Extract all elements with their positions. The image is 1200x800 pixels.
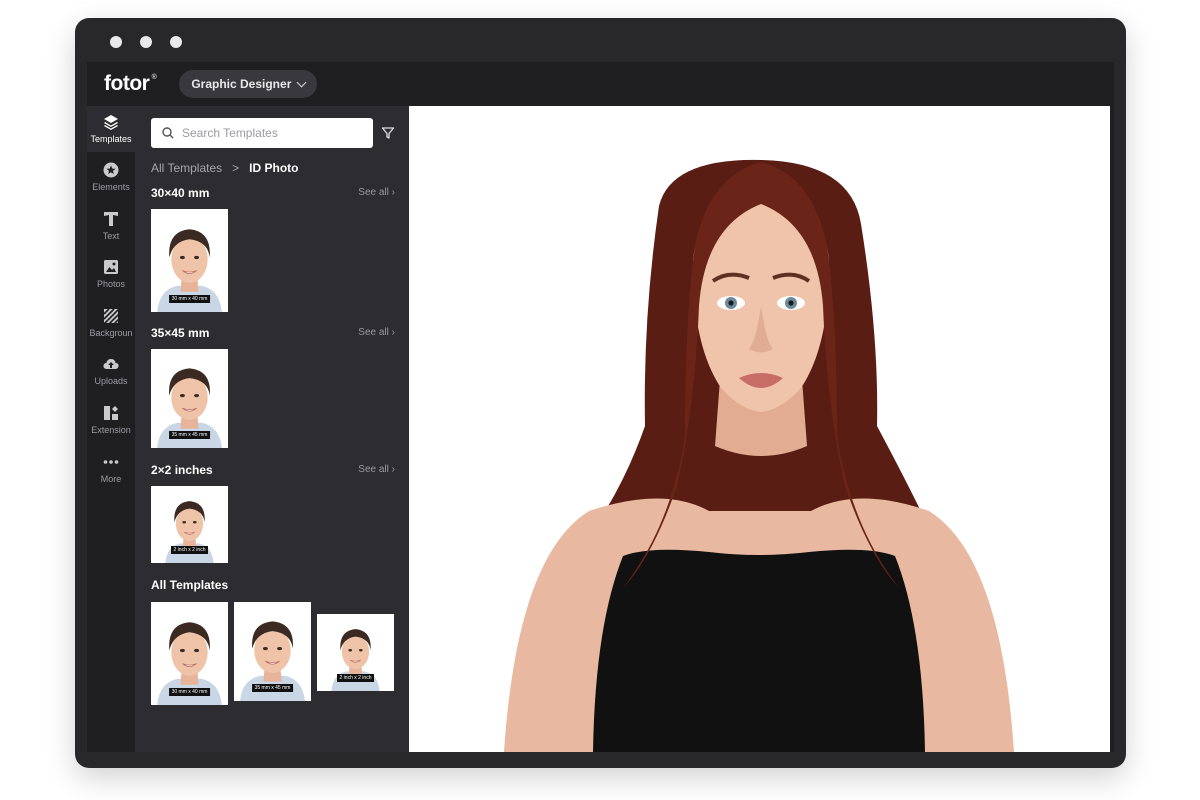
template-thumb-30x40[interactable]: 30 mm x 40 mm	[151, 209, 228, 312]
see-all-label: See all	[358, 187, 389, 198]
template-thumb-2x2[interactable]: 2 inch x 2 inch	[151, 486, 228, 563]
breadcrumb: All Templates > ID Photo	[151, 161, 299, 175]
search-box[interactable]	[151, 118, 373, 148]
rail-item-uploads[interactable]: Uploads	[87, 348, 135, 394]
window-dot-close[interactable]	[110, 36, 122, 48]
template-thumb-all-3[interactable]: 2 inch x 2 inch	[317, 614, 394, 691]
design-canvas[interactable]	[409, 106, 1110, 752]
template-thumb-all-1[interactable]: 30 mm x 40 mm	[151, 602, 228, 705]
see-all-35x45[interactable]: See all ›	[358, 327, 395, 338]
rail-item-more[interactable]: More	[87, 446, 135, 492]
thumb-caption: 2 inch x 2 inch	[336, 674, 375, 682]
filter-icon[interactable]	[381, 126, 395, 140]
window-dot-minimize[interactable]	[140, 36, 152, 48]
image-icon	[104, 260, 118, 274]
star-badge-icon	[103, 162, 119, 178]
logo-registered-mark: ®	[151, 74, 157, 81]
stripes-icon	[103, 308, 119, 324]
portrait-photo	[409, 106, 1110, 752]
rail-item-extension[interactable]: Extension	[87, 397, 135, 443]
chevron-right-icon: ›	[391, 187, 395, 198]
thumb-caption: 30 mm x 40 mm	[168, 688, 211, 696]
role-label: Graphic Designer	[191, 77, 292, 91]
template-thumb-all-2[interactable]: 35 mm x 45 mm	[234, 602, 311, 701]
rail-label-uploads: Uploads	[94, 376, 128, 386]
window-controls	[110, 36, 182, 48]
section-title-2x2: 2×2 inches	[151, 463, 213, 477]
section-title-35x45: 35×45 mm	[151, 326, 210, 340]
editor-app: fotor ® Graphic Designer Templates Elemen…	[87, 62, 1114, 752]
thumb-caption: 30 mm x 40 mm	[168, 295, 211, 303]
rail-label-photos: Photos	[96, 279, 126, 289]
fotor-logo[interactable]: fotor ®	[104, 72, 157, 96]
thumb-caption: 2 inch x 2 inch	[170, 546, 209, 554]
rail-item-photos[interactable]: Photos	[87, 251, 135, 297]
search-input[interactable]	[182, 126, 362, 140]
top-bar: fotor ® Graphic Designer	[87, 62, 1114, 106]
rail-label-more: More	[100, 474, 122, 484]
see-all-30x40[interactable]: See all ›	[358, 187, 395, 198]
logo-text: fotor	[104, 72, 150, 95]
see-all-label: See all	[358, 327, 389, 338]
thumb-caption: 35 mm x 45 mm	[168, 431, 211, 439]
template-thumb-35x45[interactable]: 35 mm x 45 mm	[151, 349, 228, 448]
rail-label-templates: Templates	[90, 134, 132, 144]
templates-panel: All Templates > ID Photo 30×40 mm See al…	[135, 106, 409, 752]
thumb-caption: 35 mm x 45 mm	[251, 684, 294, 692]
rail-label-extension: Extension	[91, 425, 131, 435]
rail-item-templates[interactable]: Templates	[87, 106, 135, 152]
tool-rail: Templates Elements Text Photos Backgroun…	[87, 106, 135, 752]
rail-label-elements: Elements	[92, 182, 130, 192]
chevron-down-icon	[296, 77, 307, 87]
rail-item-elements[interactable]: Elements	[87, 154, 135, 200]
breadcrumb-id-photo: ID Photo	[249, 161, 299, 175]
rail-label-text: Text	[102, 231, 120, 241]
section-title-all-templates: All Templates	[151, 578, 229, 592]
apps-icon	[104, 406, 118, 420]
cloud-upload-icon	[103, 359, 119, 369]
rail-item-background[interactable]: Backgroun	[87, 300, 135, 346]
section-title-30x40: 30×40 mm	[151, 186, 210, 200]
browser-window: fotor ® Graphic Designer Templates Elemen…	[75, 18, 1126, 768]
rail-item-text[interactable]: Text	[87, 203, 135, 249]
search-icon	[162, 127, 174, 139]
breadcrumb-separator: >	[232, 161, 240, 175]
text-t-icon	[104, 212, 118, 226]
window-dot-maximize[interactable]	[170, 36, 182, 48]
role-dropdown-button[interactable]: Graphic Designer	[179, 70, 318, 98]
see-all-2x2[interactable]: See all ›	[358, 464, 395, 475]
see-all-label: See all	[358, 464, 389, 475]
rail-label-background: Backgroun	[89, 328, 133, 338]
chevron-right-icon: ›	[391, 327, 395, 338]
layers-icon	[104, 115, 118, 130]
breadcrumb-all-templates[interactable]: All Templates	[151, 161, 222, 175]
chevron-right-icon: ›	[391, 464, 395, 475]
ellipsis-icon	[103, 460, 119, 464]
